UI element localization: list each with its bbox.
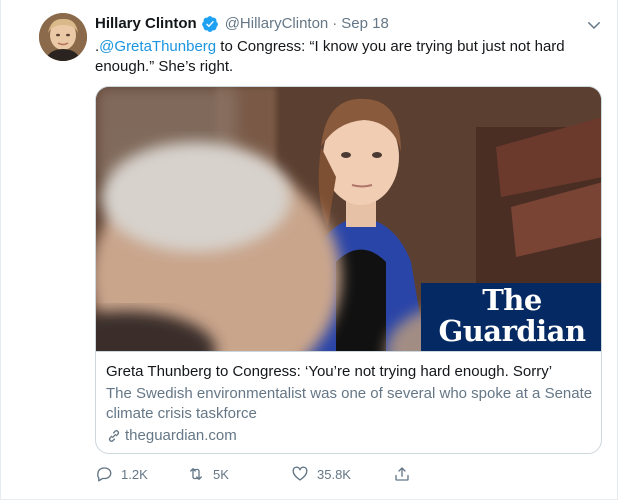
tweet[interactable]: Hillary Clinton @HillaryClinton · Sep 18… — [0, 0, 618, 500]
tweet-actions: 1.2K 5K 35.8K — [95, 465, 411, 483]
verified-badge-icon — [201, 16, 218, 32]
card-domain-text: theguardian.com — [125, 427, 237, 444]
like-count: 35.8K — [317, 466, 351, 482]
card-body[interactable]: Greta Thunberg to Congress: ‘You’re not … — [96, 351, 601, 453]
card-domain: theguardian.com — [106, 426, 593, 446]
like-button[interactable]: 35.8K — [291, 465, 393, 483]
guardian-logo-line1: The — [482, 283, 542, 317]
avatar[interactable] — [39, 13, 87, 61]
reply-count: 1.2K — [121, 466, 148, 482]
author-handle[interactable]: @HillaryClinton — [225, 14, 329, 34]
author-name[interactable]: Hillary Clinton — [95, 14, 197, 34]
card-title: Greta Thunberg to Congress: ‘You’re not … — [106, 363, 553, 380]
share-button[interactable] — [393, 465, 411, 483]
tweet-text: .@GretaThunberg to Congress: “I know you… — [95, 37, 575, 77]
retweet-button[interactable]: 5K — [187, 465, 291, 483]
link-card[interactable]: The Guardian Greta Thunberg to Congress:… — [95, 86, 602, 454]
card-description: The Swedish environmentalist was one of … — [106, 385, 593, 422]
card-image[interactable]: The Guardian — [96, 87, 601, 351]
chevron-down-icon[interactable] — [585, 16, 603, 34]
tweet-header: Hillary Clinton @HillaryClinton · Sep 18 — [95, 14, 389, 34]
reply-icon — [97, 467, 112, 482]
guardian-logo-line2: Guardian — [438, 314, 586, 348]
share-icon — [395, 467, 409, 481]
separator: · — [332, 15, 338, 32]
retweet-icon — [190, 468, 202, 480]
tweet-date[interactable]: Sep 18 — [341, 14, 389, 34]
link-icon — [108, 430, 120, 442]
mention-link[interactable]: @GretaThunberg — [99, 38, 216, 55]
heart-icon — [292, 466, 308, 481]
reply-button[interactable]: 1.2K — [95, 465, 187, 483]
retweet-count: 5K — [213, 466, 229, 482]
guardian-logo: The Guardian — [421, 283, 601, 351]
